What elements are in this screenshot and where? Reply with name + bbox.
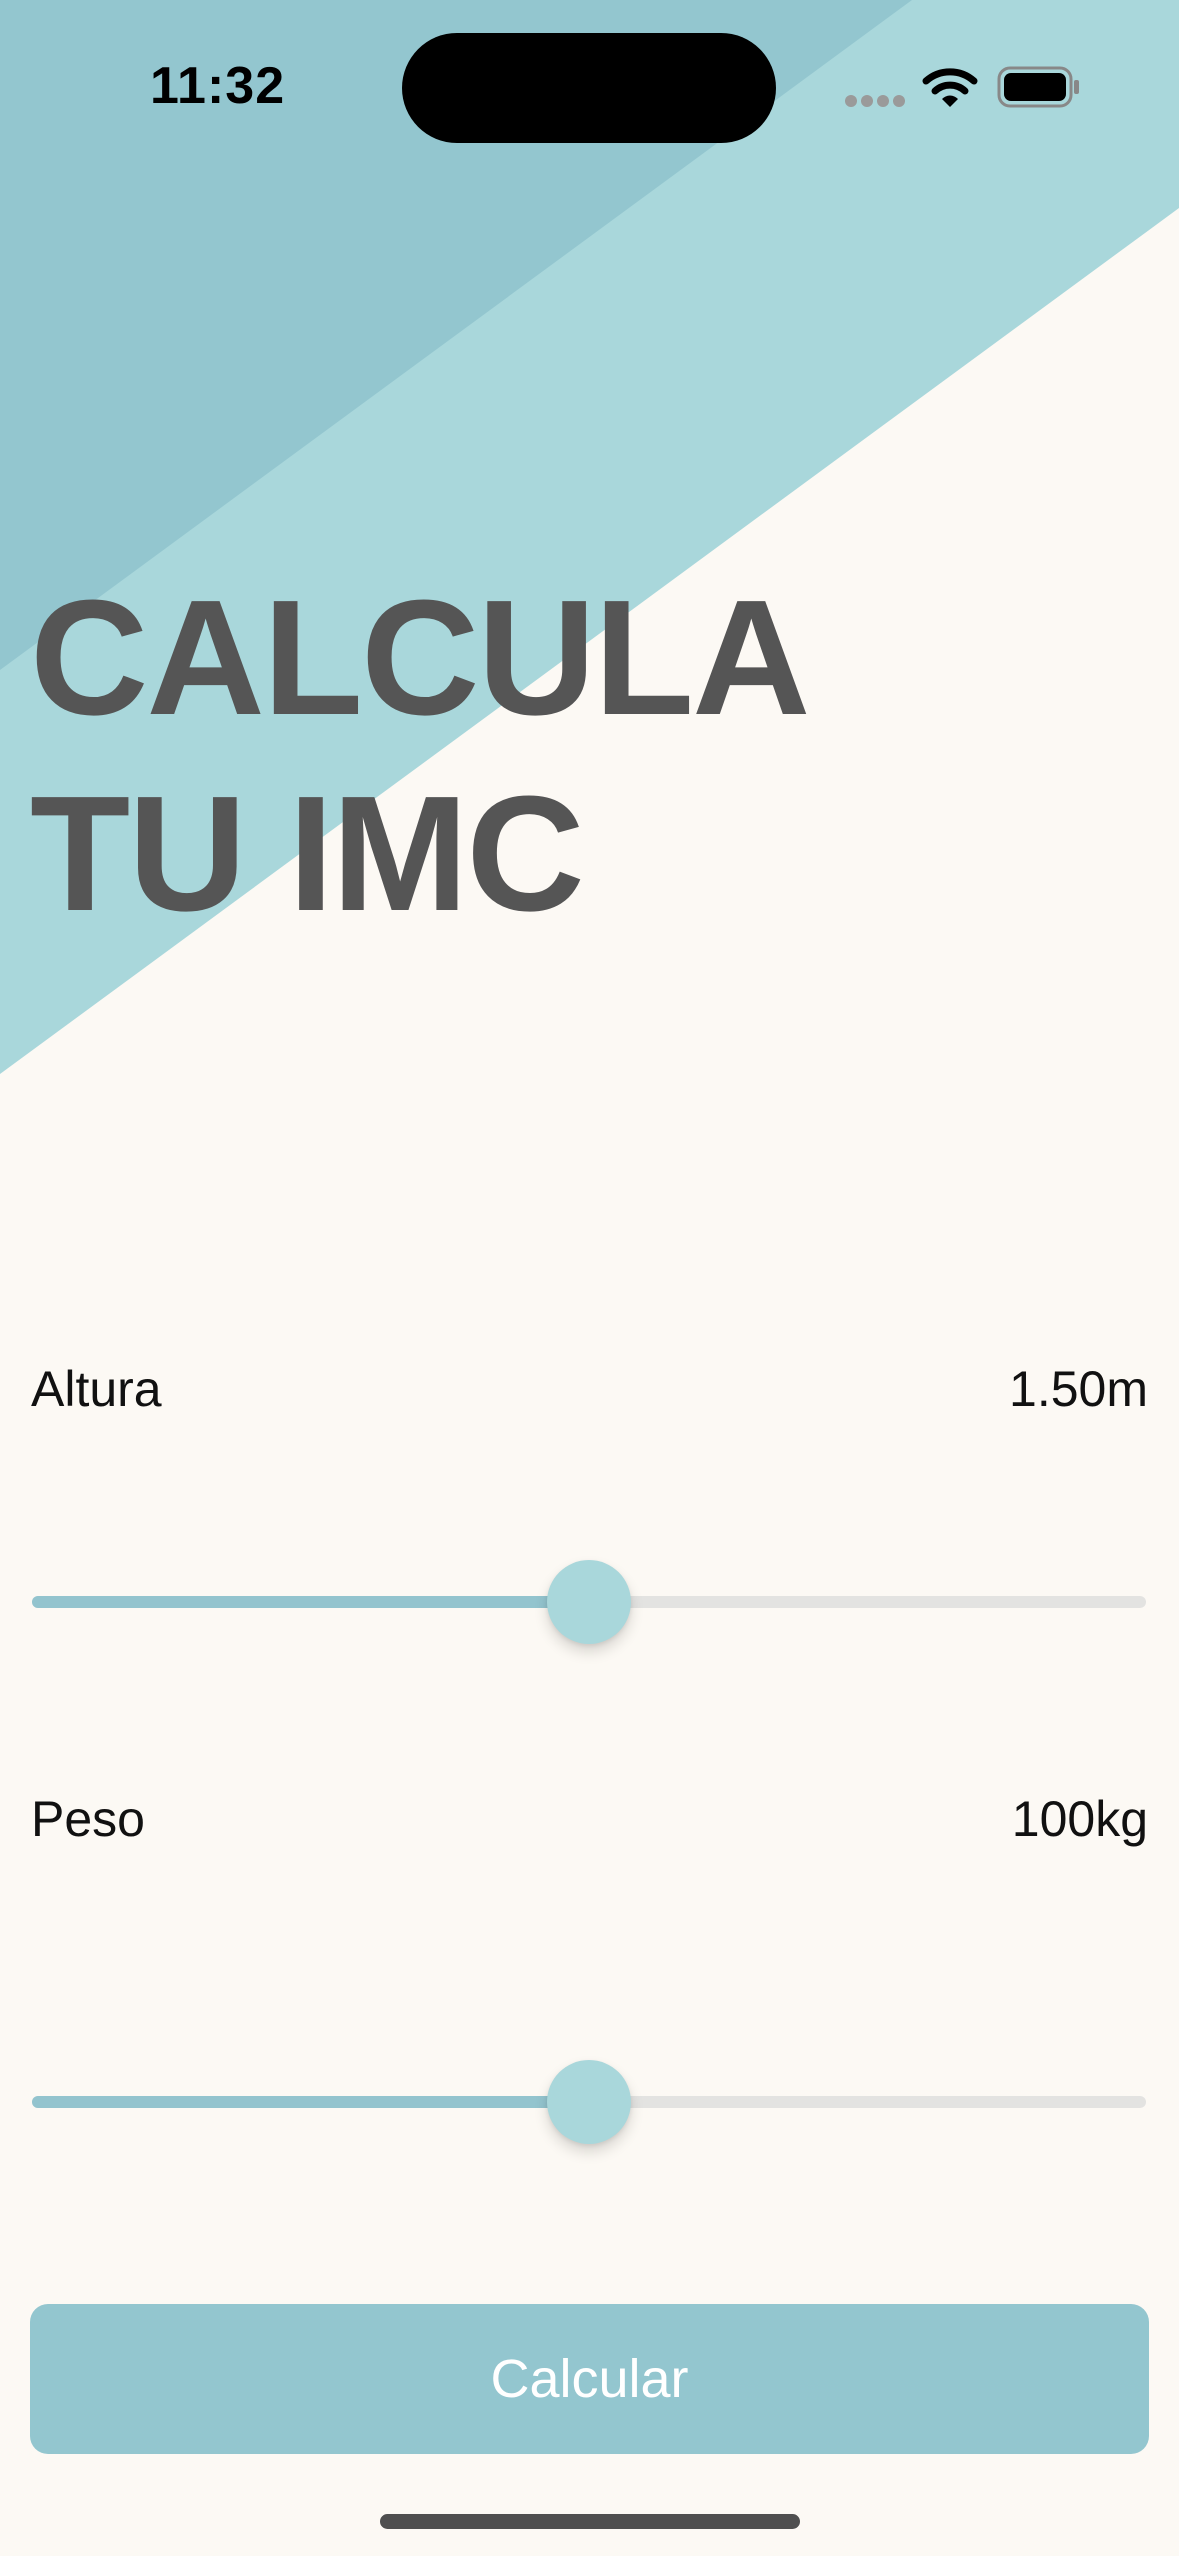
page-title-line-1: CALCULA xyxy=(30,566,811,749)
status-time: 11:32 xyxy=(150,57,286,115)
height-slider-thumb[interactable] xyxy=(547,1560,631,1644)
header-background-stripes xyxy=(0,0,1179,1074)
weight-slider[interactable] xyxy=(32,2060,1146,2144)
cellular-signal-icon xyxy=(845,95,905,107)
weight-slider-fill xyxy=(32,2096,589,2108)
height-slider-fill xyxy=(32,1596,589,1608)
page-title: CALCULA TU IMC xyxy=(30,560,811,952)
battery-icon xyxy=(997,66,1079,108)
wifi-icon xyxy=(922,68,978,107)
status-bar: 11:32 xyxy=(0,0,1179,175)
calculate-button[interactable]: Calcular xyxy=(30,2304,1149,2454)
height-slider[interactable] xyxy=(32,1560,1146,1644)
page-title-line-2: TU IMC xyxy=(30,762,585,945)
weight-value: 100kg xyxy=(1011,1791,1148,1847)
dynamic-island xyxy=(402,33,776,143)
weight-label: Peso xyxy=(31,1791,145,1847)
height-label: Altura xyxy=(31,1361,162,1417)
home-indicator[interactable] xyxy=(380,2514,800,2529)
height-value: 1.50m xyxy=(1009,1361,1148,1417)
weight-slider-thumb[interactable] xyxy=(547,2060,631,2144)
